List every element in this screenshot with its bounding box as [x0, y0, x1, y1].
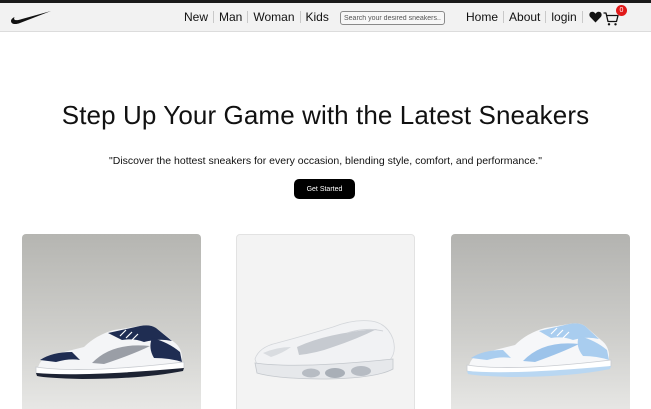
nike-swoosh-logo[interactable]: [10, 8, 52, 26]
hero-subtitle: "Discover the hottest sneakers for every…: [109, 155, 542, 167]
cart-count-badge: 0: [616, 5, 627, 16]
nav-divider: [247, 11, 249, 23]
product-card[interactable]: [451, 234, 630, 409]
white-silver-air-sneaker-image: [254, 320, 395, 380]
nav-link-man[interactable]: Man: [219, 10, 242, 24]
nav-divider: [299, 11, 301, 23]
navbar: New Man Woman Kids Home About login 0: [0, 3, 651, 32]
navy-white-low-sneaker-image: [35, 325, 185, 379]
nav-divider: [213, 11, 215, 23]
nav-link-about[interactable]: About: [509, 10, 540, 24]
nav-divider: [503, 11, 505, 23]
category-nav: New Man Woman Kids: [184, 10, 329, 24]
get-started-button[interactable]: Get Started: [294, 179, 355, 199]
nav-link-woman[interactable]: Woman: [253, 10, 294, 24]
account-nav: Home About login: [466, 10, 602, 24]
heart-icon[interactable]: [589, 11, 602, 23]
nav-link-new[interactable]: New: [184, 10, 208, 24]
nav-divider: [581, 11, 583, 23]
nav-link-home[interactable]: Home: [466, 10, 498, 24]
light-blue-white-low-sneaker-image: [466, 323, 612, 377]
nav-link-login[interactable]: login: [551, 10, 576, 24]
cart-button[interactable]: 0: [603, 5, 629, 27]
search-input[interactable]: [340, 11, 445, 25]
nav-divider: [545, 11, 547, 23]
hero-title: Step Up Your Game with the Latest Sneake…: [61, 100, 590, 130]
product-card[interactable]: [22, 234, 201, 409]
nav-link-kids[interactable]: Kids: [306, 10, 329, 24]
product-card[interactable]: [236, 234, 415, 409]
